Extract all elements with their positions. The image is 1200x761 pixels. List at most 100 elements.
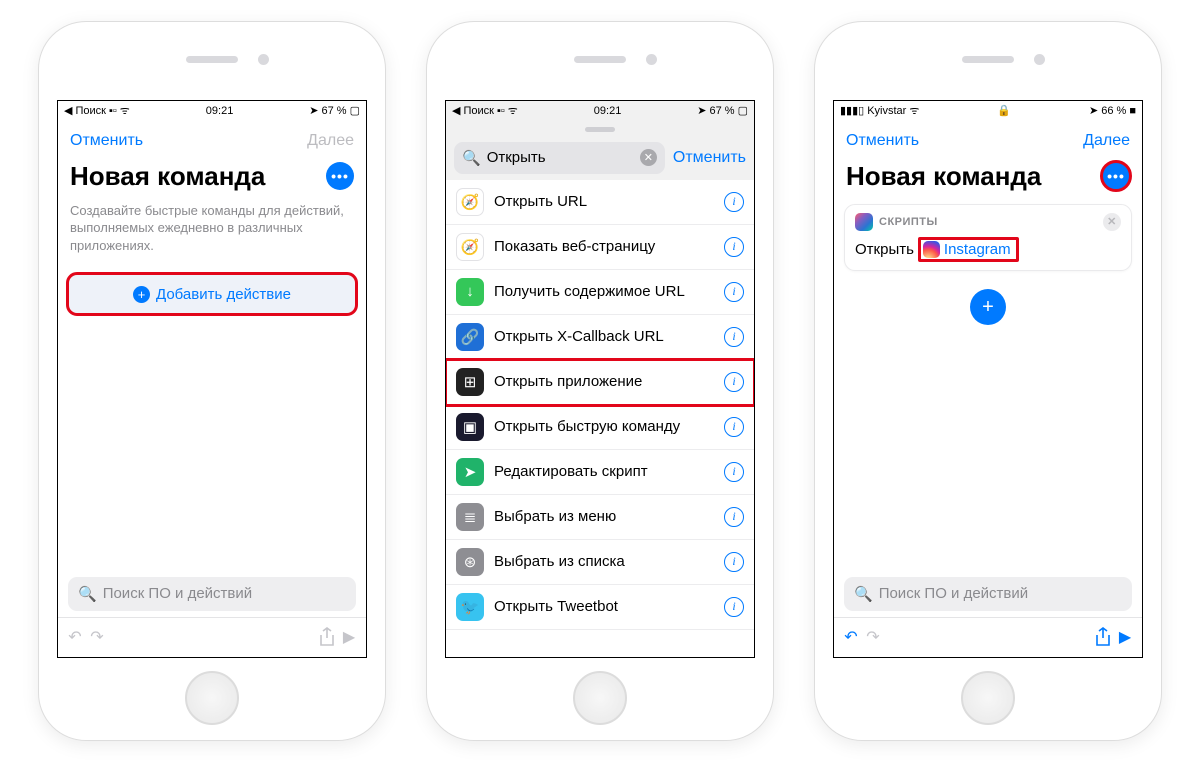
home-button[interactable] [961, 671, 1015, 725]
battery-pct: 66 % [1101, 105, 1126, 117]
info-button[interactable]: i [724, 327, 744, 347]
action-row-label: Открыть быструю команду [494, 418, 714, 435]
battery-icon: ▢ [738, 104, 748, 117]
action-row[interactable]: ⊛ Выбрать из списка i [446, 540, 754, 585]
screen-1: ◀ Поиск ▪▫ ᯤ 09:21 ➤ 67 % ▢ Отменить Дал… [57, 100, 367, 658]
search-input[interactable]: 🔍 Открыть ✕ [454, 142, 665, 174]
info-button[interactable]: i [724, 417, 744, 437]
screen-2: ◀ Поиск ▪▫ ᯤ 09:21 ➤ 67 % ▢ 🔍 Открыть ✕ … [445, 100, 755, 658]
instagram-icon [923, 241, 940, 258]
back-app-label[interactable]: Поиск [75, 105, 105, 117]
action-app-icon: 🧭 [456, 188, 484, 216]
action-app-icon: ➤ [456, 458, 484, 486]
clear-search-button[interactable]: ✕ [640, 149, 657, 166]
share-button [316, 626, 338, 648]
info-button[interactable]: i [724, 372, 744, 392]
results-list: 🧭Открыть URLi🧭 Показать веб-страницу i ↓ Пол… [446, 180, 754, 657]
action-row[interactable]: 🧭Показать веб-страницуi [446, 225, 754, 270]
info-button[interactable]: i [724, 507, 744, 527]
action-row[interactable]: ⊞ Открыть приложение i [446, 360, 754, 405]
action-row[interactable]: 🧭Открыть URLi [446, 180, 754, 225]
more-button[interactable]: ••• [326, 162, 354, 190]
search-input[interactable]: 🔍 Поиск ПО и действий [844, 577, 1132, 611]
search-icon: 🔍 [462, 149, 481, 167]
page-title: Новая команда [846, 161, 1041, 192]
status-time: 09:21 [130, 105, 309, 117]
action-app-icon: ↓ [456, 278, 484, 306]
cancel-button[interactable]: Отменить [846, 132, 919, 150]
action-row-label: Получить содержимое URL [494, 283, 714, 300]
nav-bar: Отменить Далее [834, 121, 1142, 161]
app-parameter[interactable]: Instagram [918, 237, 1019, 262]
info-button[interactable]: i [724, 462, 744, 482]
share-button[interactable] [1092, 626, 1114, 648]
next-button[interactable]: Далее [1083, 132, 1130, 150]
action-row-label: Открыть Tweetbot [494, 598, 714, 615]
sheet-handle[interactable] [585, 127, 615, 132]
action-app-icon: ▣ [456, 413, 484, 441]
app-parameter-label: Instagram [944, 241, 1011, 258]
action-row-label: Выбрать из списка [494, 553, 714, 570]
action-app-icon: ⊛ [456, 548, 484, 576]
undo-button[interactable]: ↶ [840, 626, 862, 648]
action-card[interactable]: СКРИПТЫ ✕ Открыть Instagram [844, 204, 1132, 271]
status-time: 09:21 [518, 105, 697, 117]
info-button[interactable]: i [724, 192, 744, 212]
wifi-icon: ᯤ [909, 103, 919, 118]
signal-icon: ▮▮▮▯ [840, 104, 864, 117]
location-icon: ➤ [1089, 104, 1098, 117]
info-button[interactable]: i [724, 282, 744, 302]
search-input[interactable]: 🔍 Поиск ПО и действий [68, 577, 356, 611]
run-button[interactable]: ▶ [1114, 626, 1136, 648]
add-more-button[interactable]: + [970, 289, 1006, 325]
location-icon: ➤ [697, 104, 706, 117]
page-title: Новая команда [70, 161, 265, 192]
info-button[interactable]: i [724, 237, 744, 257]
action-row-label: Открыть приложение [494, 373, 714, 390]
battery-pct: 67 % [710, 105, 735, 117]
action-row-label: Открыть X-Callback URL [494, 328, 714, 345]
carrier-label: Kyivstar [867, 105, 906, 117]
home-button[interactable] [185, 671, 239, 725]
action-row[interactable]: ➤Редактировать скриптi [446, 450, 754, 495]
signal-icon: ▪▫ [109, 105, 117, 117]
action-row[interactable]: 🔗 Открыть X-Callback URL i [446, 315, 754, 360]
action-row[interactable]: 🐦 Открыть Tweetbot i [446, 585, 754, 630]
action-app-icon: ⊞ [456, 368, 484, 396]
search-icon: 🔍 [854, 585, 873, 603]
page-subtitle: Создавайте быстрые команды для действий,… [58, 198, 366, 269]
status-bar: ◀ Поиск ▪▫ ᯤ 09:21 ➤ 67 % ▢ [446, 101, 754, 121]
action-app-icon: ≣ [456, 503, 484, 531]
action-row[interactable]: ▣ Открыть быструю команду i [446, 405, 754, 450]
search-placeholder: Поиск ПО и действий [103, 585, 252, 602]
card-section-label: СКРИПТЫ [879, 216, 938, 228]
plus-icon: + [133, 286, 150, 303]
remove-action-button[interactable]: ✕ [1103, 213, 1121, 231]
back-app-label[interactable]: Поиск [463, 105, 493, 117]
wifi-icon: ᯤ [120, 103, 130, 118]
action-row[interactable]: ≣Выбрать из менюi [446, 495, 754, 540]
battery-icon: ■ [1129, 105, 1136, 117]
search-icon: 🔍 [78, 585, 97, 603]
add-action-label: Добавить действие [156, 286, 291, 303]
battery-icon: ▢ [350, 104, 360, 117]
scripts-section-icon [855, 213, 873, 231]
undo-button: ↶ [64, 626, 86, 648]
search-value: Открыть [487, 149, 546, 166]
more-button[interactable]: ••• [1102, 162, 1130, 190]
redo-button: ↷ [86, 626, 108, 648]
status-bar: ◀ Поиск ▪▫ ᯤ 09:21 ➤ 67 % ▢ [58, 101, 366, 121]
action-row[interactable]: ↓ Получить содержимое URL i [446, 270, 754, 315]
signal-icon: ▪▫ [497, 105, 505, 117]
info-button[interactable]: i [724, 597, 744, 617]
add-action-button[interactable]: + Добавить действие [68, 274, 356, 314]
home-button[interactable] [573, 671, 627, 725]
wifi-icon: ᯤ [508, 103, 518, 118]
cancel-search-button[interactable]: Отменить [673, 149, 746, 167]
action-app-icon: 🐦 [456, 593, 484, 621]
action-row-label: Показать веб-страницу [494, 238, 714, 255]
info-button[interactable]: i [724, 552, 744, 572]
action-app-icon: 🔗 [456, 323, 484, 351]
lock-icon: 🔒 [997, 105, 1011, 117]
cancel-button[interactable]: Отменить [70, 132, 143, 150]
